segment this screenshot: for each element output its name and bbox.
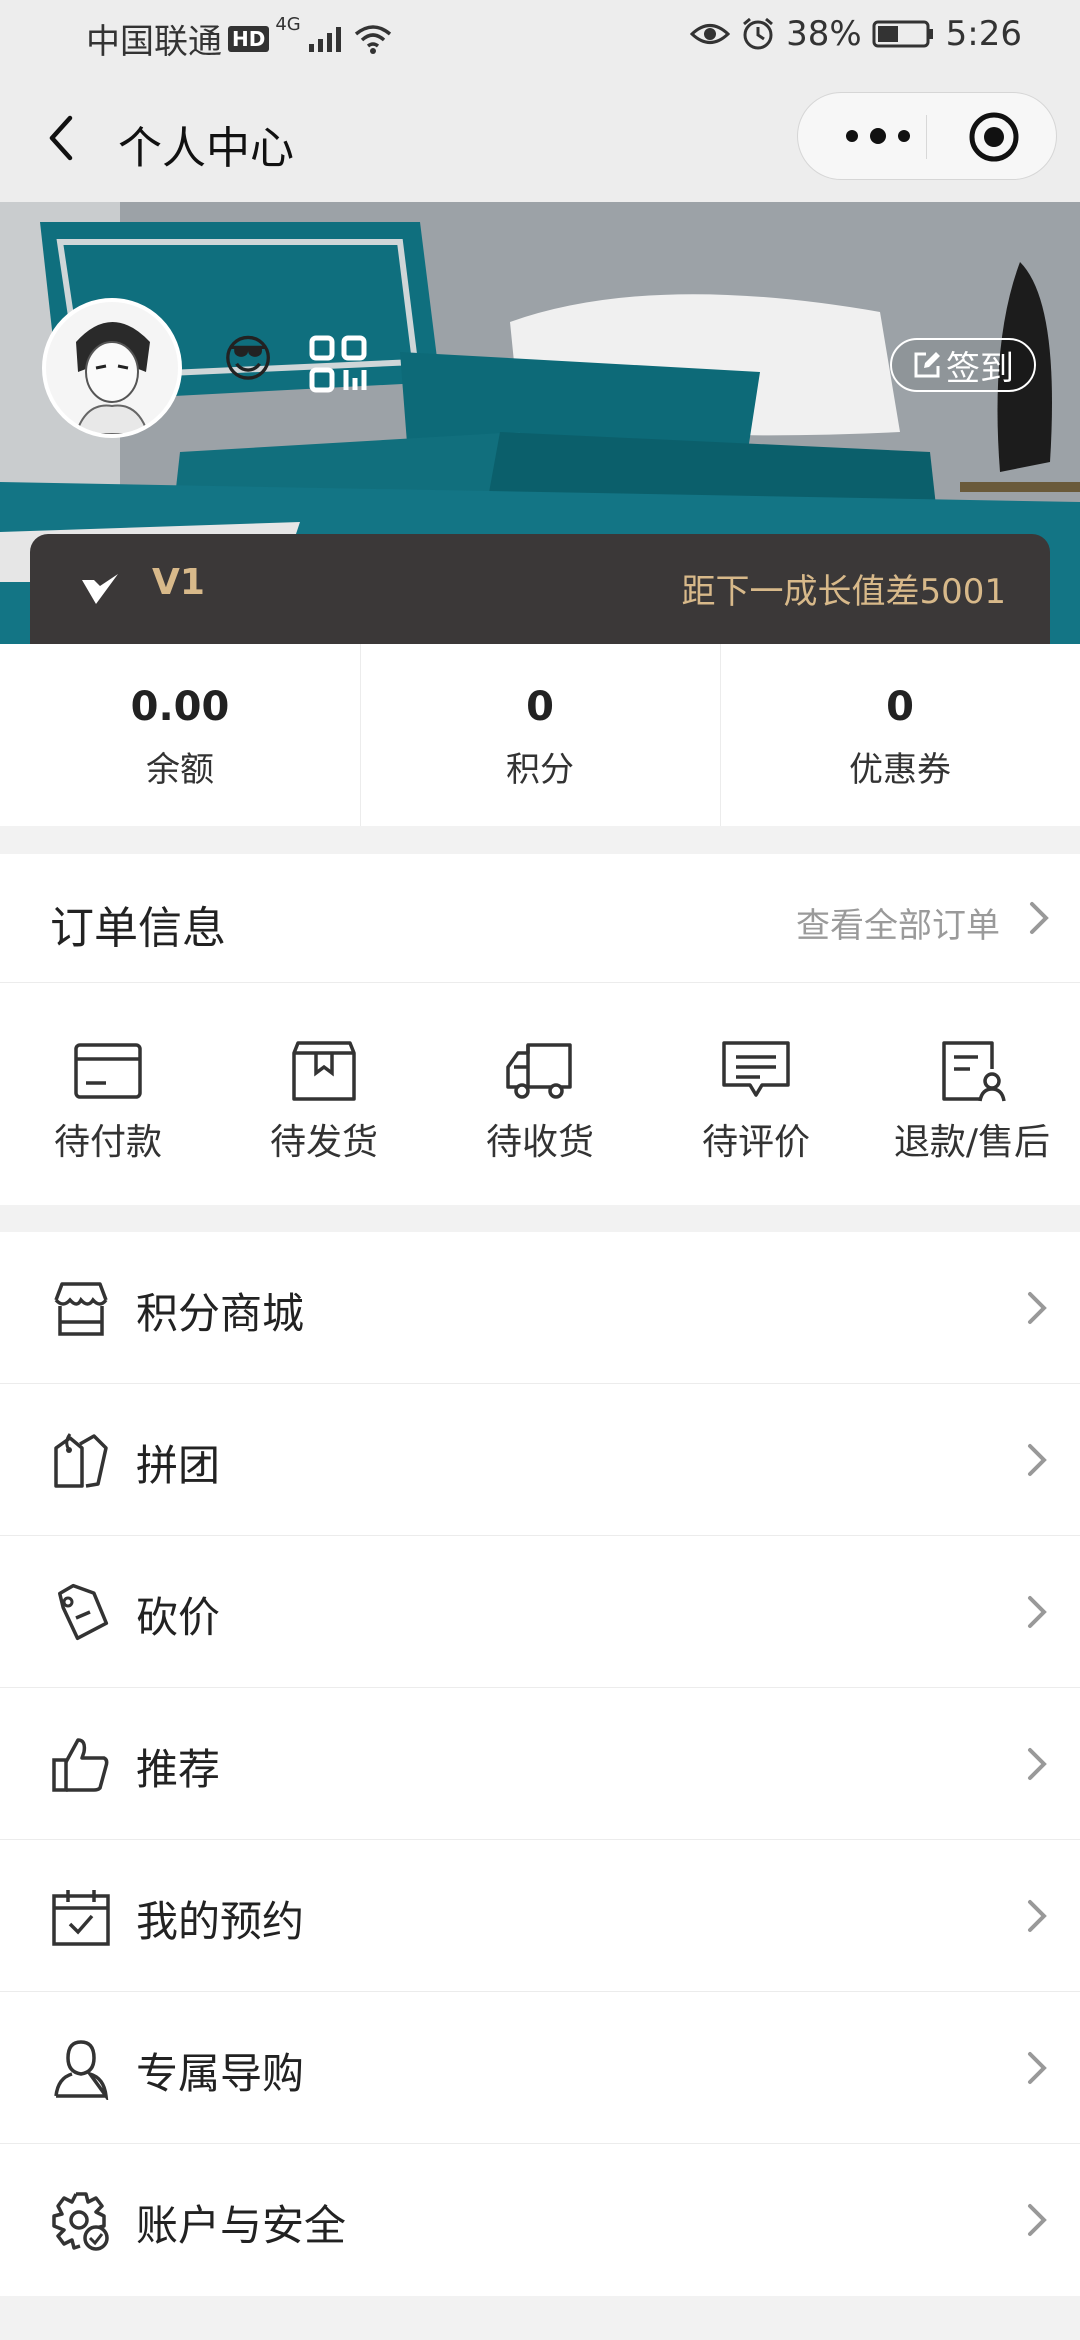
mood-emoji: 😎 (222, 330, 275, 388)
card-icon (74, 1043, 142, 1099)
person-icon (54, 2040, 109, 2100)
refund-icon (942, 1041, 1006, 1102)
stat-value: 0.00 (130, 684, 230, 730)
vip-level-bar[interactable]: V1 距下一成长值差5001 (30, 534, 1050, 644)
status-bar: 中国联通 HD 4G 38% 5:26 (0, 0, 1080, 72)
stat-balance[interactable]: 0.00 余额 (0, 644, 360, 826)
growth-remaining: 距下一成长值差5001 (681, 572, 1006, 612)
menu-item-label: 推荐 (136, 1745, 221, 1794)
clock: 5:26 (945, 14, 1022, 54)
vip-level: V1 (152, 562, 205, 603)
signin-label: 签到 (946, 348, 1014, 389)
stat-value: 0 (886, 684, 914, 730)
price-tag-icon (57, 1583, 109, 1641)
signal-icon (308, 26, 341, 52)
status-left: 中国联通 HD 4G (86, 14, 393, 63)
profile-banner: 😎 签到 V1 距下一成长值差5001 (0, 202, 1080, 644)
wifi-icon (354, 24, 391, 54)
menu-item-group-buy[interactable]: 拼团 (0, 1384, 1080, 1536)
chevron-right-icon (1028, 2204, 1047, 2236)
order-section-header: 订单信息 查看全部订单 (0, 854, 1080, 983)
order-pending-review[interactable]: 待评价 (648, 983, 864, 1205)
menu-item-account-security[interactable]: 账户与安全 (0, 2144, 1080, 2296)
chevron-right-icon (1028, 2052, 1047, 2084)
edit-icon (914, 352, 940, 378)
stat-label: 余额 (146, 750, 214, 790)
stat-points[interactable]: 0 积分 (360, 644, 720, 826)
chevron-right-icon (1028, 1596, 1047, 1628)
nav-bar: 个人中心 (0, 72, 1080, 202)
battery-icon (872, 20, 933, 48)
menu-item-bargain[interactable]: 砍价 (0, 1536, 1080, 1688)
capsule-divider (926, 115, 927, 159)
order-status-label: 待付款 (53, 1122, 162, 1163)
signin-button[interactable]: 签到 (890, 338, 1036, 392)
qrcode-icon[interactable] (308, 334, 368, 394)
stat-value: 0 (526, 684, 554, 730)
menu-item-my-reservations[interactable]: 我的预约 (0, 1840, 1080, 1992)
chevron-right-icon (1028, 1292, 1047, 1324)
calendar-icon (52, 1890, 110, 1946)
order-status-label: 退款/售后 (893, 1122, 1051, 1163)
order-section-title: 订单信息 (50, 903, 226, 954)
status-right: 38% 5:26 (690, 14, 1022, 54)
vip-badge-icon (82, 574, 118, 604)
avatar-illustration (46, 302, 178, 434)
order-pending-receipt[interactable]: 待收货 (432, 983, 648, 1205)
group-tag-icon (54, 1433, 108, 1488)
order-refund-aftersale[interactable]: 退款/售后 (864, 983, 1080, 1205)
stat-label: 积分 (506, 750, 574, 790)
stat-label: 优惠券 (849, 750, 951, 790)
carrier-name: 中国联通 (86, 22, 222, 62)
menu-item-points-mall[interactable]: 积分商城 (0, 1232, 1080, 1384)
order-status-label: 待发货 (269, 1122, 378, 1163)
truck-icon (506, 1043, 572, 1099)
box-icon (292, 1041, 356, 1101)
order-status-row: 待付款 待发货 待收货 待评价 退款/售后 (0, 983, 1080, 1205)
stat-coupons[interactable]: 0 优惠券 (720, 644, 1080, 826)
hd-badge: HD (228, 25, 270, 52)
menu-item-label: 我的预约 (136, 1897, 305, 1946)
comment-icon (722, 1041, 790, 1097)
menu-item-label: 账户与安全 (136, 2201, 347, 2250)
chevron-right-icon (1028, 1444, 1047, 1476)
more-icon[interactable] (828, 113, 928, 159)
menu-item-recommend[interactable]: 推荐 (0, 1688, 1080, 1840)
menu-item-label: 砍价 (136, 1593, 221, 1642)
page-title: 个人中心 (118, 123, 294, 174)
account-stats: 0.00 余额 0 积分 0 优惠券 (0, 644, 1080, 826)
back-icon[interactable] (34, 108, 94, 168)
order-status-label: 待收货 (485, 1122, 594, 1163)
store-icon (54, 1282, 108, 1336)
menu-item-label: 专属导购 (136, 2049, 305, 2098)
menu-item-label: 积分商城 (136, 1289, 305, 1338)
alarm-icon (743, 17, 774, 50)
gear-shield-icon (52, 2192, 109, 2251)
chevron-right-icon (1028, 1748, 1047, 1780)
order-pending-shipment[interactable]: 待发货 (216, 983, 432, 1205)
order-pending-payment[interactable]: 待付款 (0, 983, 216, 1205)
close-target-icon[interactable] (966, 109, 1022, 165)
avatar[interactable] (42, 298, 182, 438)
menu-list: 积分商城 拼团 砍价 推荐 我的预约 专属导购 账户与安全 (0, 1232, 1080, 2296)
menu-item-label: 拼团 (136, 1441, 221, 1490)
chevron-right-icon (1030, 902, 1049, 934)
order-status-label: 待评价 (701, 1122, 810, 1163)
network-type: 4G (275, 14, 301, 35)
miniprogram-capsule (797, 92, 1057, 180)
menu-item-personal-shopper[interactable]: 专属导购 (0, 1992, 1080, 2144)
eye-icon (690, 24, 731, 44)
chevron-right-icon (1028, 1900, 1047, 1932)
battery-percent: 38% (786, 14, 862, 54)
thumbs-up-icon (52, 1738, 109, 1792)
view-all-orders-link[interactable]: 查看全部订单 (796, 898, 1000, 947)
